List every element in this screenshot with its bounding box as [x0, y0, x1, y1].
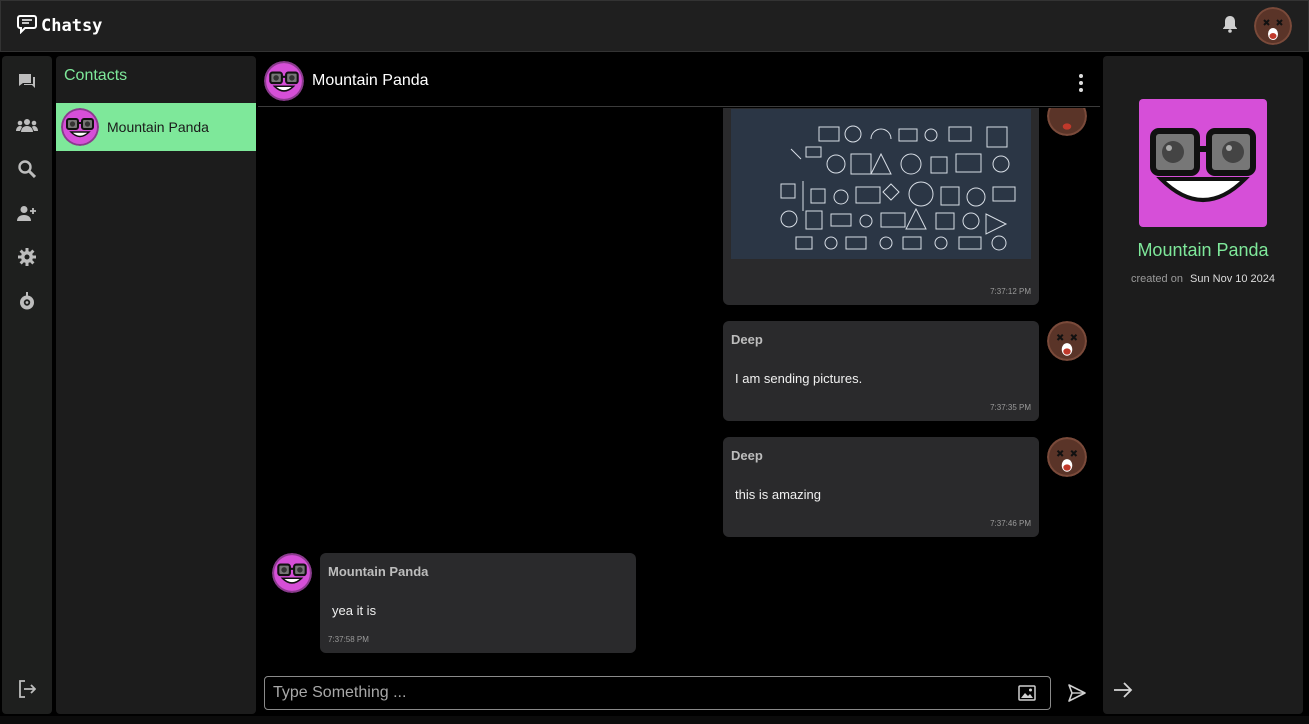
message-time: 7:37:35 PM: [990, 403, 1031, 412]
send-icon[interactable]: [1067, 683, 1087, 708]
chat-panel: Mountain Panda 7:37:12 PM Deep I am send…: [258, 56, 1100, 716]
brand[interactable]: Chatsy: [17, 14, 102, 39]
avatar: [272, 553, 312, 593]
contact-name: Mountain Panda: [107, 119, 209, 135]
message-time: 7:37:46 PM: [990, 519, 1031, 528]
message-input[interactable]: [273, 684, 993, 702]
image-message: 7:37:12 PM: [723, 108, 1039, 305]
chat-header: Mountain Panda: [258, 56, 1100, 107]
chat-logo-icon: [17, 14, 39, 39]
contact-item[interactable]: Mountain Panda: [56, 103, 256, 151]
profile-picture[interactable]: [1139, 99, 1267, 227]
image-upload-icon[interactable]: [1018, 685, 1036, 706]
message-time: 7:37:58 PM: [328, 635, 369, 644]
groups-icon[interactable]: [16, 114, 38, 136]
created-info: created on Sun Nov 10 2024: [1103, 273, 1303, 285]
avatar: [1047, 437, 1087, 477]
chat-title: Mountain Panda: [312, 72, 429, 89]
avatar[interactable]: [264, 61, 304, 101]
avatar: [1047, 108, 1087, 136]
contacts-panel: Contacts Mountain Panda: [56, 56, 256, 714]
bot-icon[interactable]: [16, 290, 38, 312]
top-bar: Chatsy: [0, 0, 1309, 52]
avatar: [1047, 321, 1087, 361]
add-user-icon[interactable]: [16, 202, 38, 224]
message-input-box: [264, 676, 1051, 710]
message-text: yea it is: [332, 603, 377, 618]
contact-name: Mountain Panda: [1137, 240, 1269, 260]
arrow-right-icon[interactable]: [1113, 681, 1133, 704]
message-bubble: Deep I am sending pictures. 7:37:35 PM: [723, 321, 1039, 421]
avatar: [61, 108, 99, 146]
shared-image[interactable]: [731, 109, 1031, 259]
logout-icon[interactable]: [16, 678, 38, 700]
created-date: Sun Nov 10 2024: [1190, 273, 1276, 285]
message-bubble: Mountain Panda yea it is 7:37:58 PM: [320, 553, 636, 653]
search-icon[interactable]: [16, 158, 38, 180]
message-text: this is amazing: [735, 487, 821, 502]
settings-icon[interactable]: [16, 246, 38, 268]
bottom-strip: [0, 716, 1309, 724]
message-sender: Mountain Panda: [328, 564, 429, 579]
user-avatar[interactable]: [1254, 7, 1292, 45]
more-options-icon[interactable]: [1078, 74, 1084, 92]
contact-info-panel: Mountain Panda created on Sun Nov 10 202…: [1103, 56, 1303, 714]
app-name: Chatsy: [41, 16, 103, 36]
bell-icon[interactable]: [1222, 15, 1238, 38]
created-label: created on: [1130, 273, 1183, 285]
message-bubble: Deep this is amazing 7:37:46 PM: [723, 437, 1039, 537]
message-time: 7:37:12 PM: [990, 287, 1031, 296]
message-text: I am sending pictures.: [735, 371, 863, 386]
chats-icon[interactable]: [16, 70, 38, 92]
message-sender: Deep: [731, 448, 763, 463]
message-sender: Deep: [731, 332, 763, 347]
message-list: 7:37:12 PM Deep I am sending pictures. 7…: [258, 108, 1100, 668]
sidebar: [2, 56, 52, 714]
contacts-title: Contacts: [64, 67, 128, 84]
